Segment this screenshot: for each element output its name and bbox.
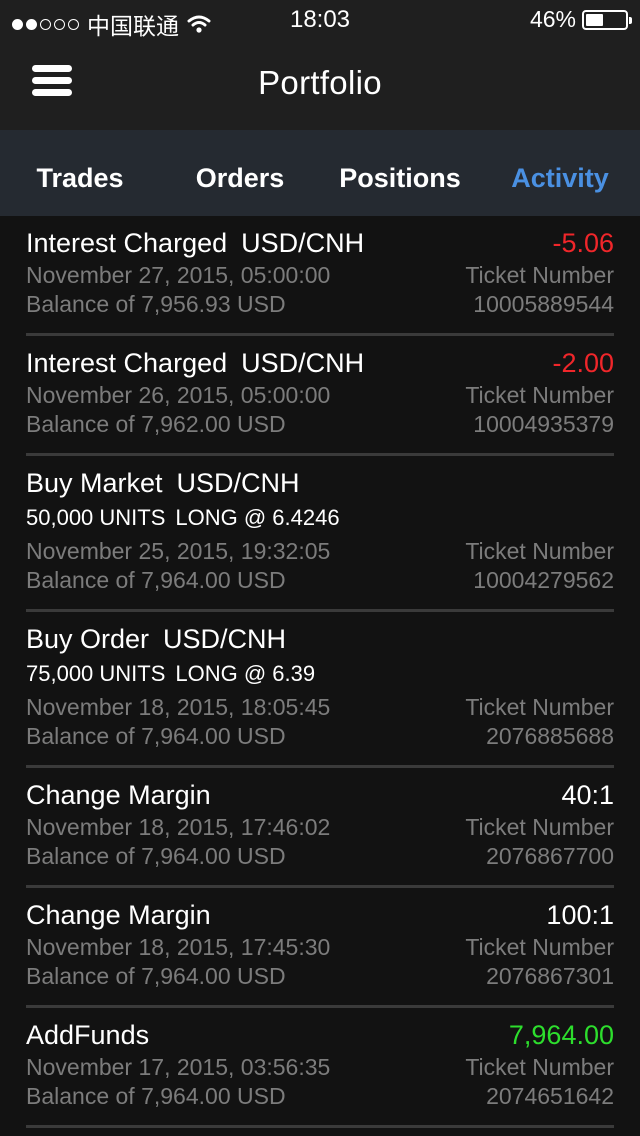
nav-bar: Portfolio: [0, 40, 640, 130]
page-title: Portfolio: [258, 64, 382, 101]
ticket-label: Ticket Number: [465, 381, 614, 408]
activity-type: Interest Charged: [26, 228, 228, 258]
activity-amount: 100:1: [546, 900, 614, 930]
activity-type: Buy Market: [26, 468, 163, 498]
activity-date: November 17, 2015, 03:56:35: [26, 1053, 331, 1080]
balance-row: Balance of 7,964.00 USD 2076885688: [26, 722, 614, 750]
tab-orders[interactable]: Orders: [160, 130, 320, 216]
ticket-label: Ticket Number: [465, 933, 614, 960]
activity-type: AddFunds: [26, 1020, 150, 1050]
activity-item[interactable]: Interest Charged USD/CNH -5.06 November 27,…: [26, 216, 614, 336]
activity-item[interactable]: Buy Market USD/CNH 50,000 UNITS LONG @ 6.42…: [26, 456, 614, 612]
balance-row: Balance of 7,962.00 USD 10004935379: [26, 410, 614, 438]
activity-item[interactable]: Buy Order USD/CNH 75,000 UNITS LONG @ 6.39 N…: [26, 612, 614, 768]
date-row: November 18, 2015, 17:46:02 Ticket Number: [26, 812, 614, 842]
activity-type: Change Margin: [26, 780, 211, 810]
activity-title: Buy Market USD/CNH: [26, 468, 300, 499]
balance-row: Balance of 7,956.93 USD 10005889544: [26, 290, 614, 318]
currency-pair: USD/CNH: [241, 348, 365, 378]
activity-title: Buy Order USD/CNH: [26, 624, 286, 655]
activity-amount: 40:1: [561, 780, 614, 810]
date-row: November 18, 2015, 18:05:45 Ticket Number: [26, 692, 614, 722]
tab-positions[interactable]: Positions: [320, 130, 480, 216]
balance-row: Balance of 7,964.00 USD 2076867700: [26, 842, 614, 870]
activity-type: Buy Order: [26, 624, 150, 654]
balance: Balance of 7,964.00 USD: [26, 842, 286, 869]
activity-date: November 18, 2015, 17:46:02: [26, 813, 331, 840]
tab-bar: Trades Orders Positions Activity: [0, 130, 640, 216]
ticket-label: Ticket Number: [465, 261, 614, 288]
date-row: November 26, 2015, 05:00:00 Ticket Number: [26, 380, 614, 410]
battery-icon: [582, 9, 632, 30]
ticket-number: 2076885688: [486, 722, 614, 749]
status-right: 46%: [529, 6, 632, 33]
date-row: November 25, 2015, 19:32:05 Ticket Number: [26, 536, 614, 566]
activity-amount: -2.00: [552, 348, 614, 378]
activity-title: Change Margin: [26, 900, 211, 931]
units: 50,000 UNITS: [26, 505, 166, 530]
activity-title: AddFunds: [26, 1020, 149, 1051]
activity-title-row: Interest Charged USD/CNH -2.00: [26, 336, 614, 380]
ticket-number: 10004935379: [473, 410, 614, 437]
activity-item[interactable]: AddFunds 7,964.00 November 17, 2015, 03:56…: [26, 1008, 614, 1128]
activity-title-row: Buy Market USD/CNH: [26, 456, 614, 500]
balance-row: Balance of 7,964.00 USD 2076867301: [26, 962, 614, 990]
units: 75,000 UNITS: [26, 661, 166, 686]
date-row: November 17, 2015, 03:56:35 Ticket Number: [26, 1052, 614, 1082]
direction-price: LONG @ 6.4246: [175, 505, 340, 530]
ticket-label: Ticket Number: [465, 693, 614, 720]
battery-level: [586, 13, 604, 26]
activity-date: November 18, 2015, 17:45:30: [26, 933, 331, 960]
activity-title-row: Buy Order USD/CNH: [26, 612, 614, 656]
date-row: November 27, 2015, 05:00:00 Ticket Number: [26, 260, 614, 290]
activity-list: Interest Charged USD/CNH -5.06 November 27,…: [26, 216, 614, 1128]
currency-pair: USD/CNH: [176, 468, 300, 498]
ticket-number: 2074651642: [486, 1082, 614, 1109]
activity-date: November 26, 2015, 05:00:00: [26, 381, 331, 408]
ticket-number: 10004279562: [473, 566, 614, 593]
activity-date: November 18, 2015, 18:05:45: [26, 693, 331, 720]
balance-row: Balance of 7,964.00 USD 10004279562: [26, 566, 614, 594]
ticket-number: 2076867301: [486, 962, 614, 989]
battery-percent: 46%: [529, 6, 576, 32]
activity-type: Interest Charged: [26, 348, 228, 378]
activity-item[interactable]: Change Margin 40:1 November 18, 2015, 17:4…: [26, 768, 614, 888]
activity-title-row: Change Margin 100:1: [26, 888, 614, 932]
activity-item[interactable]: Change Margin 100:1 November 18, 2015, 17:…: [26, 888, 614, 1008]
status-bar: 中国联通 18:03 46%: [0, 0, 640, 40]
currency-pair: USD/CNH: [163, 624, 287, 654]
activity-title-row: Interest Charged USD/CNH -5.06: [26, 216, 614, 260]
activity-amount: 7,964.00: [508, 1020, 614, 1050]
ticket-label: Ticket Number: [465, 813, 614, 840]
tab-trades[interactable]: Trades: [0, 130, 160, 216]
ticket-label: Ticket Number: [465, 1053, 614, 1080]
activity-title: Interest Charged USD/CNH: [26, 348, 364, 379]
ticket-number: 10005889544: [473, 290, 614, 317]
tab-activity[interactable]: Activity: [480, 130, 640, 216]
balance: Balance of 7,964.00 USD: [26, 962, 286, 989]
date-row: November 18, 2015, 17:45:30 Ticket Number: [26, 932, 614, 962]
units-row: 75,000 UNITS LONG @ 6.39: [26, 656, 614, 692]
ticket-number: 2076867700: [486, 842, 614, 869]
activity-item[interactable]: Interest Charged USD/CNH -2.00 November 26,…: [26, 336, 614, 456]
activity-date: November 25, 2015, 19:32:05: [26, 537, 331, 564]
balance: Balance of 7,964.00 USD: [26, 722, 286, 749]
activity-amount: -5.06: [552, 228, 614, 258]
direction-price: LONG @ 6.39: [175, 661, 316, 686]
balance: Balance of 7,962.00 USD: [26, 410, 286, 437]
activity-title-row: AddFunds 7,964.00: [26, 1008, 614, 1052]
activity-title-row: Change Margin 40:1: [26, 768, 614, 812]
activity-date: November 27, 2015, 05:00:00: [26, 261, 331, 288]
balance: Balance of 7,964.00 USD: [26, 566, 286, 593]
balance-row: Balance of 7,964.00 USD 2074651642: [26, 1082, 614, 1110]
balance: Balance of 7,956.93 USD: [26, 290, 286, 317]
activity-title: Change Margin: [26, 780, 211, 811]
currency-pair: USD/CNH: [241, 228, 365, 258]
ticket-label: Ticket Number: [465, 537, 614, 564]
activity-type: Change Margin: [26, 900, 211, 930]
balance: Balance of 7,964.00 USD: [26, 1082, 286, 1109]
units-row: 50,000 UNITS LONG @ 6.4246: [26, 500, 614, 536]
activity-title: Interest Charged USD/CNH: [26, 228, 364, 259]
